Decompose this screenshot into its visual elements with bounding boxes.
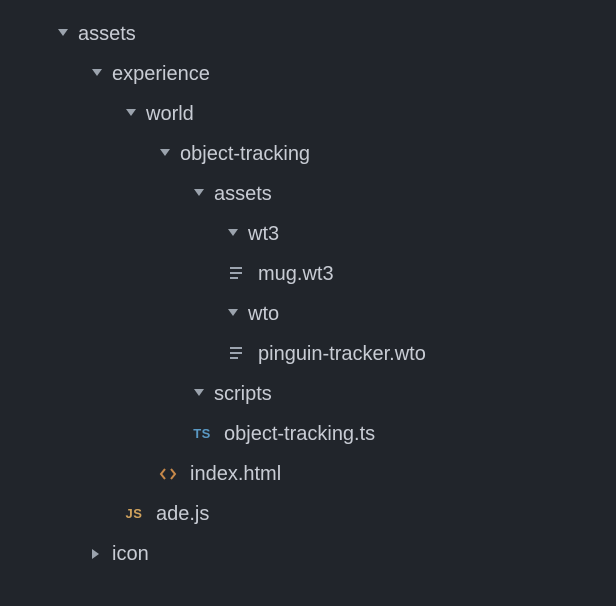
- tree-item-label: wt3: [248, 214, 279, 254]
- tree-item-file[interactable]: mug.wt3: [0, 254, 616, 294]
- tree-item-file[interactable]: JS ade.js: [0, 494, 616, 534]
- text-file-icon: [224, 342, 248, 366]
- chevron-down-icon: [224, 305, 242, 323]
- tree-item-label: object-tracking.ts: [224, 414, 375, 454]
- chevron-down-icon: [224, 225, 242, 243]
- tree-item-label: mug.wt3: [258, 254, 334, 294]
- tree-item-folder[interactable]: object-tracking: [0, 134, 616, 174]
- tree-item-folder[interactable]: experience: [0, 54, 616, 94]
- tree-item-file[interactable]: pinguin-tracker.wto: [0, 334, 616, 374]
- tree-item-file[interactable]: index.html: [0, 454, 616, 494]
- chevron-down-icon: [190, 385, 208, 403]
- tree-item-folder[interactable]: wto: [0, 294, 616, 334]
- chevron-down-icon: [190, 185, 208, 203]
- chevron-down-icon: [54, 25, 72, 43]
- tree-item-folder[interactable]: assets: [0, 174, 616, 214]
- tree-item-label: assets: [214, 174, 272, 214]
- text-file-icon: [224, 262, 248, 286]
- chevron-down-icon: [156, 145, 174, 163]
- chevron-down-icon: [122, 105, 140, 123]
- tree-item-label: ade.js: [156, 494, 209, 534]
- tree-item-folder[interactable]: assets: [0, 14, 616, 54]
- tree-item-label: wto: [248, 294, 279, 334]
- tree-item-label: world: [146, 94, 194, 134]
- tree-item-label: object-tracking: [180, 134, 310, 174]
- tree-item-folder[interactable]: wt3: [0, 214, 616, 254]
- tree-item-folder[interactable]: world: [0, 94, 616, 134]
- tree-item-file[interactable]: TS object-tracking.ts: [0, 414, 616, 454]
- html-file-icon: [156, 462, 180, 486]
- tree-item-label: scripts: [214, 374, 272, 414]
- javascript-icon: JS: [122, 502, 146, 526]
- tree-item-folder[interactable]: icon: [0, 534, 616, 574]
- tree-item-label: index.html: [190, 454, 281, 494]
- tree-item-label: icon: [112, 534, 149, 574]
- tree-item-label: assets: [78, 14, 136, 54]
- chevron-down-icon: [88, 65, 106, 83]
- tree-item-label: pinguin-tracker.wto: [258, 334, 426, 374]
- tree-item-label: experience: [112, 54, 210, 94]
- file-tree: assets experience world object-tracking …: [0, 0, 616, 574]
- tree-item-folder[interactable]: scripts: [0, 374, 616, 414]
- typescript-icon: TS: [190, 422, 214, 446]
- chevron-right-icon: [88, 545, 106, 563]
